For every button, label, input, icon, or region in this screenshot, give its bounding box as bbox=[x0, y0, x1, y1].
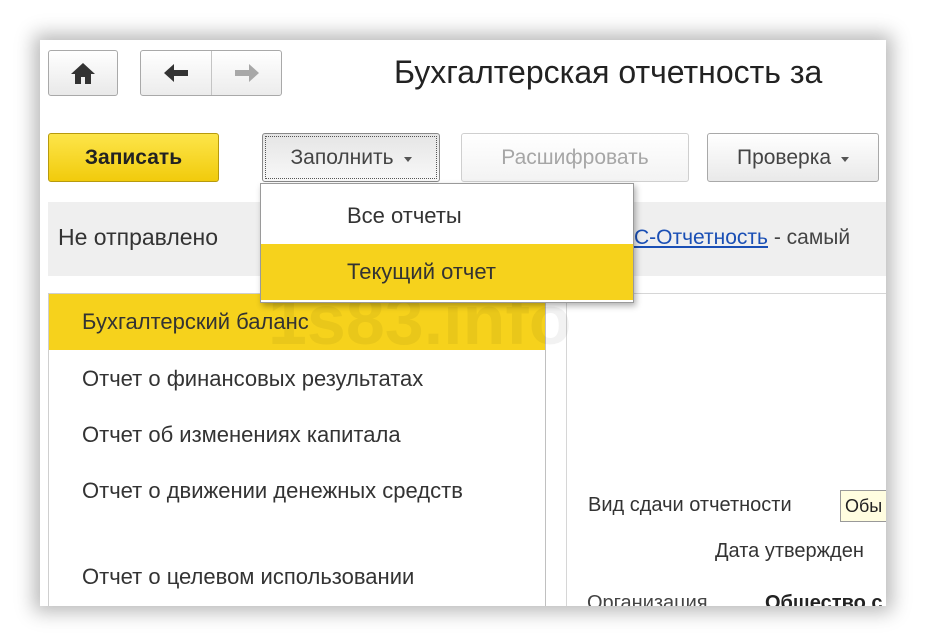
home-button[interactable] bbox=[48, 50, 118, 96]
submission-type-field[interactable]: Обы bbox=[840, 490, 886, 522]
list-item[interactable]: Отчет о движении денежных средств bbox=[49, 476, 479, 506]
reporting-link[interactable]: С-Отчетность bbox=[634, 226, 768, 249]
list-item[interactable]: Отчет о финансовых результатах bbox=[49, 364, 545, 394]
decode-button[interactable]: Расшифровать bbox=[461, 133, 689, 182]
list-item[interactable]: Отчет о целевом использовании bbox=[49, 562, 545, 592]
submission-type-label: Вид сдачи отчетности bbox=[588, 494, 792, 516]
report-form: Вид сдачи отчетности Обы Дата утвержден … bbox=[566, 293, 886, 606]
check-button[interactable]: Проверка bbox=[707, 133, 879, 182]
arrow-left-icon bbox=[164, 64, 188, 82]
page-title: Бухгалтерская отчетность за bbox=[394, 54, 823, 90]
organization-label: Организация bbox=[587, 592, 708, 606]
chevron-down-icon bbox=[403, 156, 412, 162]
check-button-label: Проверка bbox=[736, 145, 832, 169]
status-suffix: - самый bbox=[768, 226, 851, 249]
menu-item-current-report[interactable]: Текущий отчет bbox=[261, 244, 633, 300]
fill-button[interactable]: Заполнить bbox=[262, 133, 440, 182]
status-text: Не отправлено bbox=[58, 224, 219, 250]
organization-value[interactable]: Общество с bbox=[765, 592, 883, 606]
approval-date-label: Дата утвержден bbox=[715, 540, 864, 562]
forward-button[interactable] bbox=[212, 51, 281, 95]
list-item[interactable]: Отчет об изменениях капитала bbox=[49, 420, 545, 450]
save-button[interactable]: Записать bbox=[48, 133, 219, 182]
app-window: Бухгалтерская отчетность за Записать Зап… bbox=[40, 40, 886, 606]
arrow-right-icon bbox=[234, 64, 259, 82]
fill-button-label: Заполнить bbox=[290, 145, 394, 169]
fill-dropdown-menu: Все отчеты Текущий отчет bbox=[260, 183, 634, 303]
history-nav-group bbox=[140, 50, 282, 96]
status-link-row: С-Отчетность - самый bbox=[634, 226, 850, 250]
home-icon bbox=[71, 63, 95, 84]
back-button[interactable] bbox=[141, 51, 212, 95]
chevron-down-icon bbox=[841, 156, 850, 162]
menu-item-all-reports[interactable]: Все отчеты bbox=[261, 188, 633, 244]
